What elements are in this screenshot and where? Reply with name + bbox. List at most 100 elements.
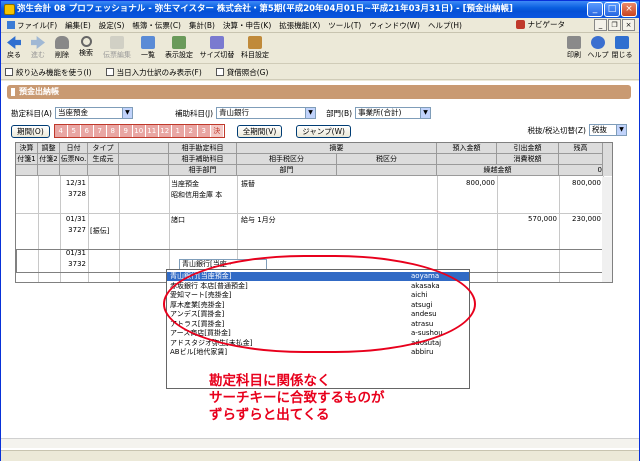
close-button[interactable]: 閉じる [611,36,633,60]
cell-deposit[interactable]: 800,000 [437,179,495,187]
maximize-button[interactable]: □ [604,2,620,17]
mdi-minimize-button[interactable]: _ [594,19,607,31]
display-settings-button[interactable]: 表示設定 [161,36,197,60]
header-cell: 日付 [60,143,88,154]
menu-closing[interactable]: 決算・申告(K) [219,20,275,31]
cell-balance[interactable]: 230,000 [559,215,601,223]
month-tab-closing[interactable]: 決 [210,125,224,137]
month-tab[interactable]: 10 [132,125,146,137]
menu-summary[interactable]: 集計(B) [185,20,219,31]
cell-counter-account[interactable]: 当座預金 [171,179,235,189]
header-cell: 引出金額 [497,143,559,154]
app-menu-icon [7,20,15,29]
account-settings-button[interactable]: 科目設定 [237,36,273,60]
month-tab[interactable]: 2 [184,125,198,137]
month-tab[interactable]: 1 [171,125,185,137]
header-cell [38,165,60,176]
balance-check-checkbox[interactable] [215,68,224,76]
month-tab[interactable]: 7 [93,125,107,137]
cell-balance[interactable]: 800,000 [559,179,601,187]
cell-slip-no[interactable]: 3728 [60,190,86,198]
search-button[interactable]: 検索 [75,36,97,58]
cell-slip-no[interactable]: 3727 [60,226,86,234]
today-only-checkbox[interactable] [105,68,114,76]
header-cell: 税区分 [337,154,437,165]
menu-edit[interactable]: 編集(E) [61,20,95,31]
tax-switch-select[interactable]: 税抜 ▼ [589,124,627,136]
header-cell: 調整 [38,143,60,154]
cell-date[interactable]: 12/31 [60,179,86,187]
cell-counter-sub[interactable]: 昭和信用金庫 本 [171,190,235,200]
annotation-line: ずらずらと出てくる [209,407,330,423]
navigator-button[interactable]: ナビゲータ [515,19,565,30]
section-header: 預金出納帳 [7,85,631,99]
all-period-button[interactable]: 全期間(V) [236,124,283,138]
mdi-close-button[interactable]: × [622,19,635,31]
minimize-button[interactable]: _ [587,2,603,17]
back-arrow-icon [7,36,21,49]
dept-select[interactable]: 事業所(合計) ▼ [355,107,432,119]
jump-button[interactable]: ジャンプ(W) [296,124,351,138]
header-cell: 預入金額 [437,143,497,154]
delete-button[interactable]: 削除 [51,36,73,60]
cell-withdraw[interactable]: 570,000 [497,215,557,223]
menu-extensions[interactable]: 拡張機能(X) [275,20,324,31]
chevron-down-icon: ▼ [121,108,132,118]
app-icon [4,4,15,15]
month-tab[interactable]: 12 [158,125,172,137]
header-cell: 相手勘定科目 [169,143,237,154]
size-toggle-button[interactable]: サイズ切替 [199,36,235,60]
sub-account-select[interactable]: 青山銀行 ▼ [216,107,317,119]
month-tab[interactable]: 3 [197,125,211,137]
menu-books[interactable]: 帳簿・伝票(C) [128,20,185,31]
filter-option[interactable]: 絞り込み機能を使う(I) [5,67,92,78]
period-button[interactable]: 期間(O) [11,124,50,138]
help-button[interactable]: ヘルプ [587,36,609,60]
header-cell [337,165,437,176]
cell-type[interactable]: [振伝] [90,226,118,236]
annotation-line: サーチキーに合致するものが [209,390,385,406]
menu-file[interactable]: ファイル(F) [3,20,61,31]
back-button[interactable]: 戻る [3,36,25,60]
month-tab[interactable]: 4 [54,125,68,137]
cell-memo[interactable]: 給与 1月分 [241,215,341,225]
menu-window[interactable]: ウィンドウ(W) [365,20,424,31]
today-only-option[interactable]: 当日入力仕訳のみ表示(F) [105,67,202,78]
chevron-down-icon: ▼ [616,125,626,135]
forward-button[interactable]: 進む [27,36,49,60]
menu-settings[interactable]: 設定(S) [95,20,129,31]
dropdown-item-name: ABビル[地代家賃] [170,348,228,356]
header-cell [16,165,38,176]
close-window-button[interactable]: × [621,2,637,17]
option-bar: 絞り込み機能を使う(I) 当日入力仕訳のみ表示(F) 貸借照合(G) [1,65,639,80]
header-cell: 相手部門 [169,165,237,176]
month-tab[interactable]: 5 [67,125,81,137]
menu-tools[interactable]: ツール(T) [324,20,365,31]
list-button[interactable]: 一覧 [137,36,159,60]
vertical-scrollbar[interactable] [602,177,612,282]
chevron-down-icon: ▼ [420,108,431,118]
printer-icon [567,36,581,49]
mdi-restore-button[interactable]: ❐ [608,19,621,31]
cell-counter-account[interactable]: 諸口 [171,215,235,225]
menu-help[interactable]: ヘルプ(H) [424,20,466,31]
header-cell: 消費税額 [497,154,559,165]
slip-icon [110,36,124,49]
filter-checkbox[interactable] [5,68,13,76]
slip-edit-button[interactable]: 伝票編集 [99,36,135,60]
month-tabs: 4 5 6 7 8 9 10 11 12 1 2 3 決 [53,124,225,138]
tax-switch: 税抜/税込切替(Z) 税抜 ▼ [527,124,627,136]
month-tab[interactable]: 11 [145,125,159,137]
forward-arrow-icon [31,36,45,49]
balance-check-option[interactable]: 貸借照合(G) [215,67,268,78]
cell-date[interactable]: 01/31 [60,215,86,223]
month-tab[interactable]: 6 [80,125,94,137]
horizontal-scrollbar[interactable] [1,438,639,448]
month-tab[interactable]: 9 [119,125,133,137]
month-tab[interactable]: 8 [106,125,120,137]
header-cell: 部門 [237,165,337,176]
account-select[interactable]: 当座預金 ▼ [54,107,133,119]
size-icon [210,36,224,49]
print-button[interactable]: 印刷 [563,36,585,60]
cell-memo[interactable]: 振替 [241,179,341,189]
